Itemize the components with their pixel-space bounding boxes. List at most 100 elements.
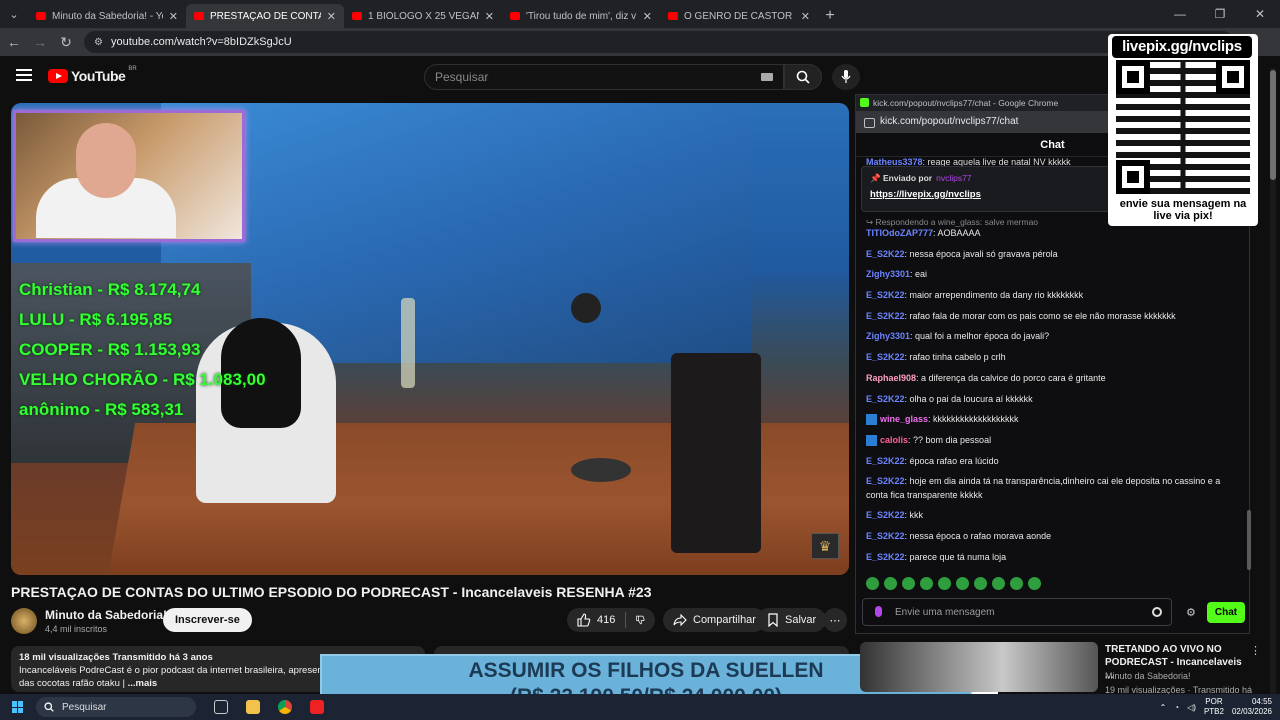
chat-message-input[interactable]: Envie uma mensagem <box>862 598 1172 626</box>
tab-0[interactable]: Minuto da Sabedoria! - YouTub ✕ <box>28 4 186 28</box>
new-tab-icon[interactable]: + <box>818 4 842 28</box>
tray-chevron-icon[interactable]: ⌃ <box>1160 703 1167 712</box>
channel-avatar[interactable] <box>11 608 37 634</box>
tab-3[interactable]: 'Tirou tudo de mim', diz vítima ✕ <box>502 4 660 28</box>
emoji-icon[interactable] <box>1152 607 1162 617</box>
forward-icon[interactable]: → <box>28 34 52 50</box>
emote-icon[interactable] <box>866 577 879 590</box>
recommended-more-icon[interactable]: ⋮ <box>1250 644 1261 657</box>
tab-4[interactable]: O GENRO DE CASTOR DE ANDI ✕ <box>660 4 818 28</box>
chat-username[interactable]: E_S2K22 <box>866 290 905 300</box>
back-icon[interactable]: ← <box>2 34 26 50</box>
subscribe-button[interactable]: Inscrever-se <box>163 608 252 632</box>
input-language[interactable]: POR PTB2 <box>1204 697 1224 717</box>
thumbs-down-icon[interactable] <box>636 613 645 627</box>
pin-link[interactable]: https://livepix.gg/nvclips <box>870 189 1104 200</box>
volume-icon[interactable]: ◁) <box>1187 703 1196 712</box>
close-tab-icon[interactable]: ✕ <box>643 10 652 23</box>
pinned-card[interactable]: 📌 Enviado por nvclips77 https://livepix.g… <box>861 166 1113 212</box>
chat-username[interactable]: E_S2K22 <box>866 552 905 562</box>
recommended-video-channel[interactable]: Minuto da Sabedoria! <box>1105 671 1191 681</box>
emote-icon[interactable] <box>1010 577 1023 590</box>
file-explorer-icon[interactable] <box>246 700 260 714</box>
wifi-icon[interactable]: ◔ <box>1174 703 1179 712</box>
country-code: BR <box>128 66 137 72</box>
chat-username[interactable]: E_S2K22 <box>866 352 905 362</box>
chat-username[interactable]: Zighy3301 <box>866 331 910 341</box>
chat-username[interactable]: E_S2K22 <box>866 531 905 541</box>
tab-2[interactable]: 1 BIÓLOGO X 25 VEGANOS | FT ✕ <box>344 4 502 28</box>
share-button[interactable]: Compartilhar <box>663 608 766 632</box>
taskbar-search[interactable]: Pesquisar <box>36 697 196 717</box>
keyboard-icon[interactable] <box>761 73 773 81</box>
page-scrollbar-thumb[interactable] <box>1270 70 1276 180</box>
close-tab-icon[interactable]: ✕ <box>169 10 178 23</box>
chat-username[interactable]: E_S2K22 <box>866 456 905 466</box>
chat-text: : nessa época javali só gravava pérola <box>904 248 1058 259</box>
chat-username[interactable]: E_S2K22 <box>866 510 905 520</box>
clock[interactable]: 04:55 02/03/2026 <box>1232 697 1272 717</box>
emote-icon[interactable] <box>956 577 969 590</box>
reload-icon[interactable]: ↻ <box>54 34 78 51</box>
microphone-icon <box>841 70 851 83</box>
emote-icon[interactable] <box>938 577 951 590</box>
chat-microphone-icon[interactable] <box>875 606 882 617</box>
chat-username[interactable]: E_S2K22 <box>866 249 905 259</box>
close-tab-icon[interactable]: ✕ <box>327 10 336 23</box>
chat-badge-icon <box>866 414 877 426</box>
menu-icon[interactable] <box>16 69 32 81</box>
chrome-icon[interactable] <box>278 700 292 714</box>
url-text: youtube.com/watch?v=8bIDZkSgJcU <box>110 36 292 48</box>
emote-icon[interactable] <box>974 577 987 590</box>
chat-username[interactable]: Zighy3301 <box>866 269 910 279</box>
video-player[interactable]: Christian - R$ 8.174,74 LULU - R$ 6.195,… <box>11 103 849 575</box>
recommended-video-thumbnail[interactable] <box>860 642 1098 692</box>
site-info-icon[interactable]: ⚙ <box>94 37 103 48</box>
voice-search-button[interactable] <box>832 64 860 90</box>
chat-username[interactable]: E_S2K22 <box>866 476 905 486</box>
close-window-icon[interactable]: ✕ <box>1240 0 1280 28</box>
tab-1[interactable]: PRESTAÇAO DE CONTAS DO UL ✕ <box>186 4 344 28</box>
emote-icon[interactable] <box>902 577 915 590</box>
tab-search-icon[interactable]: ⌄ <box>0 0 28 28</box>
chat-username[interactable]: calolis <box>880 435 908 445</box>
chat-scrollbar[interactable] <box>1247 510 1251 570</box>
youtube-app-icon[interactable] <box>310 700 324 714</box>
reply-icon: ↪ <box>866 217 874 227</box>
chat-send-button[interactable]: Chat <box>1207 602 1245 623</box>
chat-username[interactable]: TITIOdoZAP777 <box>866 228 933 238</box>
channel-name[interactable]: Minuto da Sabedoria! <box>45 608 167 622</box>
like-count: 416 <box>597 614 616 626</box>
youtube-logo[interactable]: YouTube BR <box>48 66 137 84</box>
emote-icon[interactable] <box>884 577 897 590</box>
close-tab-icon[interactable]: ✕ <box>485 10 494 23</box>
chat-username[interactable]: E_S2K22 <box>866 311 905 321</box>
chat-settings-icon[interactable]: ⚙ <box>1186 606 1196 619</box>
emote-icon[interactable] <box>1028 577 1041 590</box>
search-input[interactable]: Pesquisar <box>424 64 784 90</box>
chat-username[interactable]: Raphael908 <box>866 373 916 383</box>
search-button[interactable] <box>784 64 822 90</box>
emote-icon[interactable] <box>920 577 933 590</box>
pin-sender: nvclips77 <box>936 173 972 183</box>
qr-finder-pattern <box>1216 60 1250 94</box>
qr-finder-pattern <box>1116 60 1150 94</box>
like-button[interactable]: 416 <box>577 613 615 627</box>
description-more-link[interactable]: ...mais <box>128 678 158 689</box>
start-icon[interactable] <box>12 701 24 713</box>
minimize-icon[interactable]: — <box>1160 0 1200 28</box>
page-scrollbar[interactable] <box>1270 68 1276 694</box>
tab-title: PRESTAÇAO DE CONTAS DO UL <box>210 10 321 22</box>
chat-username[interactable]: E_S2K22 <box>866 394 905 404</box>
close-tab-icon[interactable]: ✕ <box>801 10 810 23</box>
maximize-icon[interactable]: ❐ <box>1200 0 1240 28</box>
emote-icon[interactable] <box>992 577 1005 590</box>
chat-username[interactable]: wine_glass <box>880 414 928 424</box>
task-view-icon[interactable] <box>214 700 228 714</box>
thumbs-up-icon <box>577 613 591 627</box>
search-icon <box>796 70 810 84</box>
more-actions-icon[interactable]: ⋯ <box>823 608 847 632</box>
clock-time: 04:55 <box>1251 697 1272 706</box>
save-button[interactable]: Salvar <box>757 608 827 632</box>
url-field[interactable]: ⚙ youtube.com/watch?v=8bIDZkSgJcU <box>84 31 1234 53</box>
